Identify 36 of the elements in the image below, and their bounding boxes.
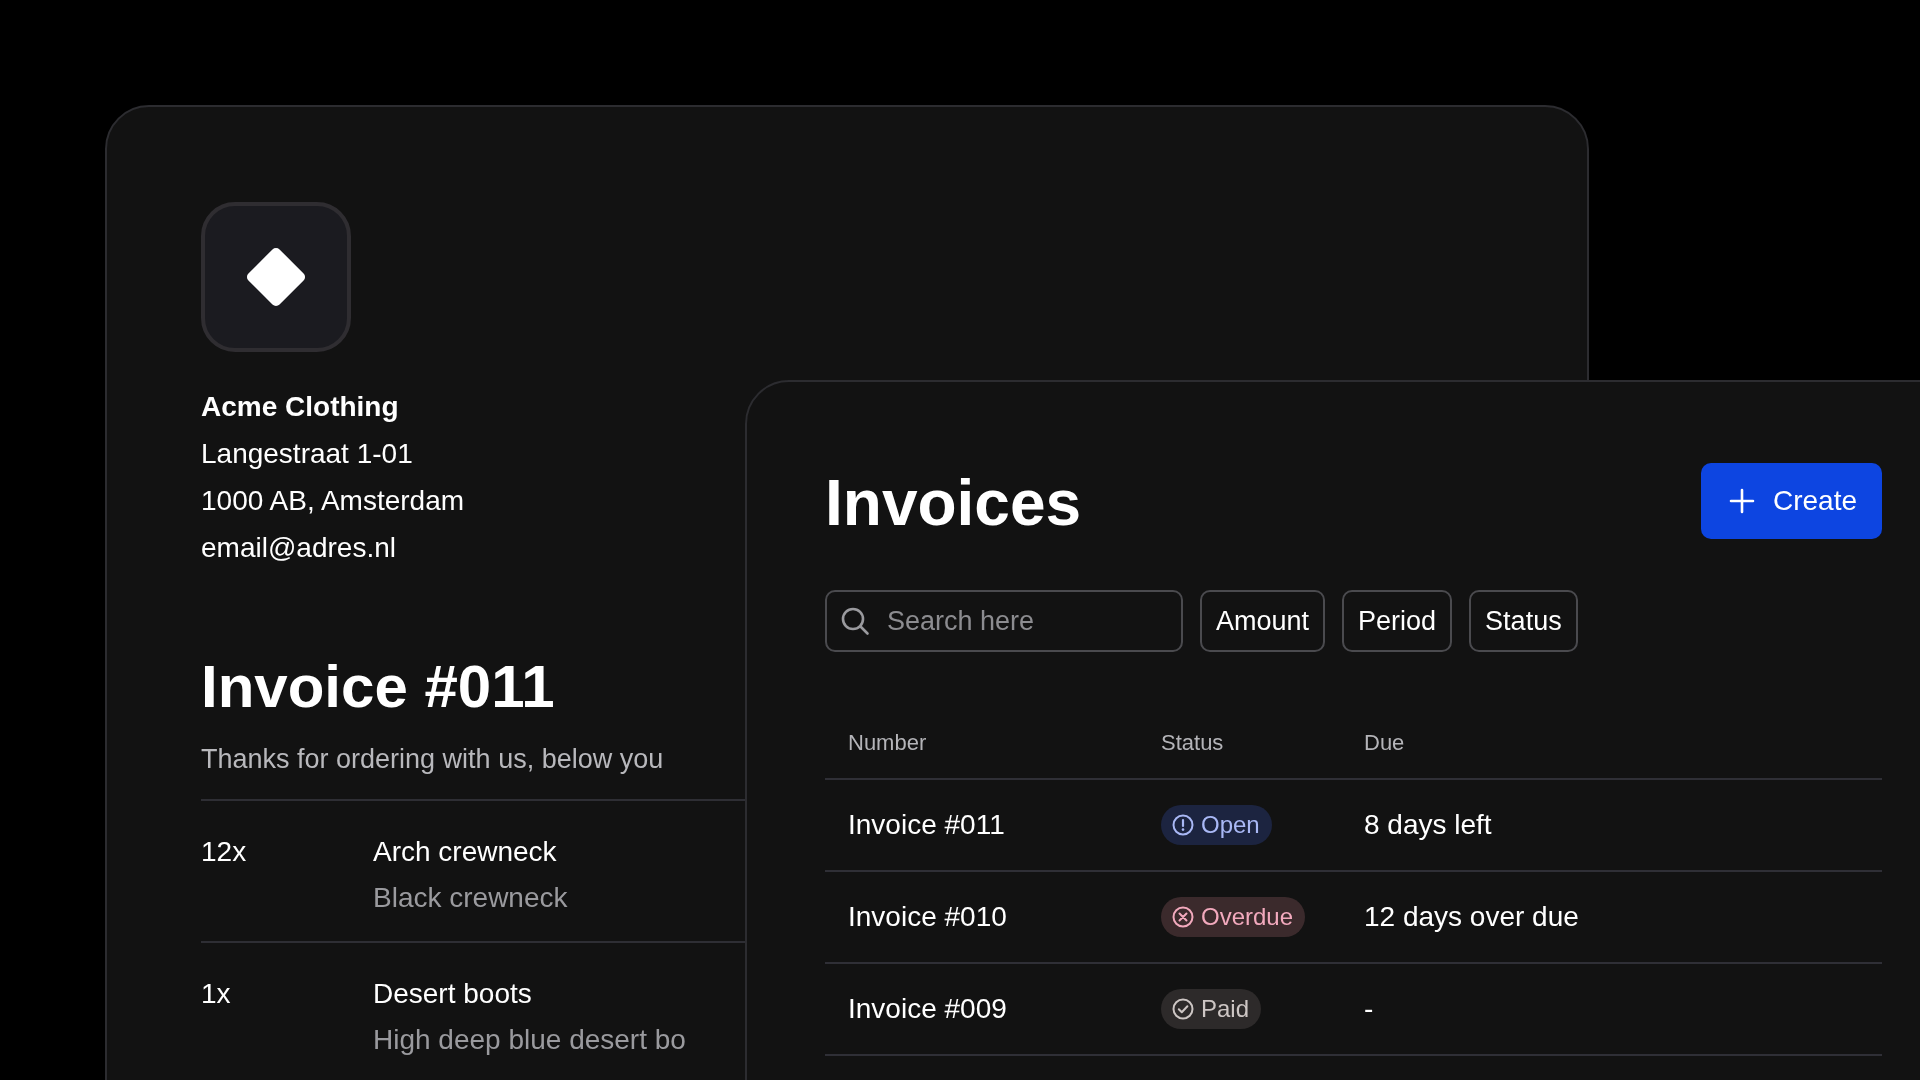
item-name: Desert boots xyxy=(373,977,533,1011)
create-button[interactable]: Create xyxy=(1700,463,1882,539)
item-name: Arch crewneck xyxy=(373,835,558,869)
table-cell: Invoice #011 xyxy=(825,779,1161,871)
plus-icon xyxy=(1728,488,1755,514)
address-line: Langestraat 1-01 xyxy=(201,437,413,471)
search-field[interactable]: Search here xyxy=(825,590,1183,652)
status-badge: Paid xyxy=(1161,989,1262,1029)
x-circle-icon xyxy=(1171,905,1195,929)
column-header[interactable]: Status xyxy=(1161,730,1341,779)
item-description: Black crewneck xyxy=(373,881,569,915)
item-description: High deep blue desert bo xyxy=(373,1023,687,1057)
status-badge: Open xyxy=(1161,805,1272,845)
address-line: email@adres.nl xyxy=(201,531,396,565)
address-line: 1000 AB, Amsterdam xyxy=(201,484,465,518)
item-quantity: 1x xyxy=(201,977,232,1011)
table-cell: 8 days left xyxy=(1341,779,1882,871)
intro-text: Thanks for ordering with us, below you xyxy=(201,744,664,775)
table-cell: Invoice #009 xyxy=(825,963,1161,1055)
exclamation-icon xyxy=(1171,813,1195,837)
table-cell: - xyxy=(1341,963,1882,1055)
logo-icon xyxy=(201,202,351,352)
invoice-title: Invoice #011 xyxy=(201,652,555,722)
item-quantity: 12x xyxy=(201,835,248,869)
column-header[interactable]: Number xyxy=(825,730,1161,779)
filter-button[interactable]: Status xyxy=(1469,590,1578,652)
page-title: Invoices xyxy=(825,466,1082,540)
status-badge: Overdue xyxy=(1161,897,1306,937)
check-circle-icon xyxy=(1171,997,1195,1021)
filter-button[interactable]: Amount xyxy=(1200,590,1326,652)
company-name: Acme Clothing xyxy=(201,390,399,424)
filter-button[interactable]: Period xyxy=(1342,590,1453,652)
column-header[interactable]: Due xyxy=(1341,730,1882,779)
search-icon xyxy=(840,606,870,636)
table-cell: 12 days over due xyxy=(1341,871,1882,963)
table-cell: Invoice #010 xyxy=(825,871,1161,963)
